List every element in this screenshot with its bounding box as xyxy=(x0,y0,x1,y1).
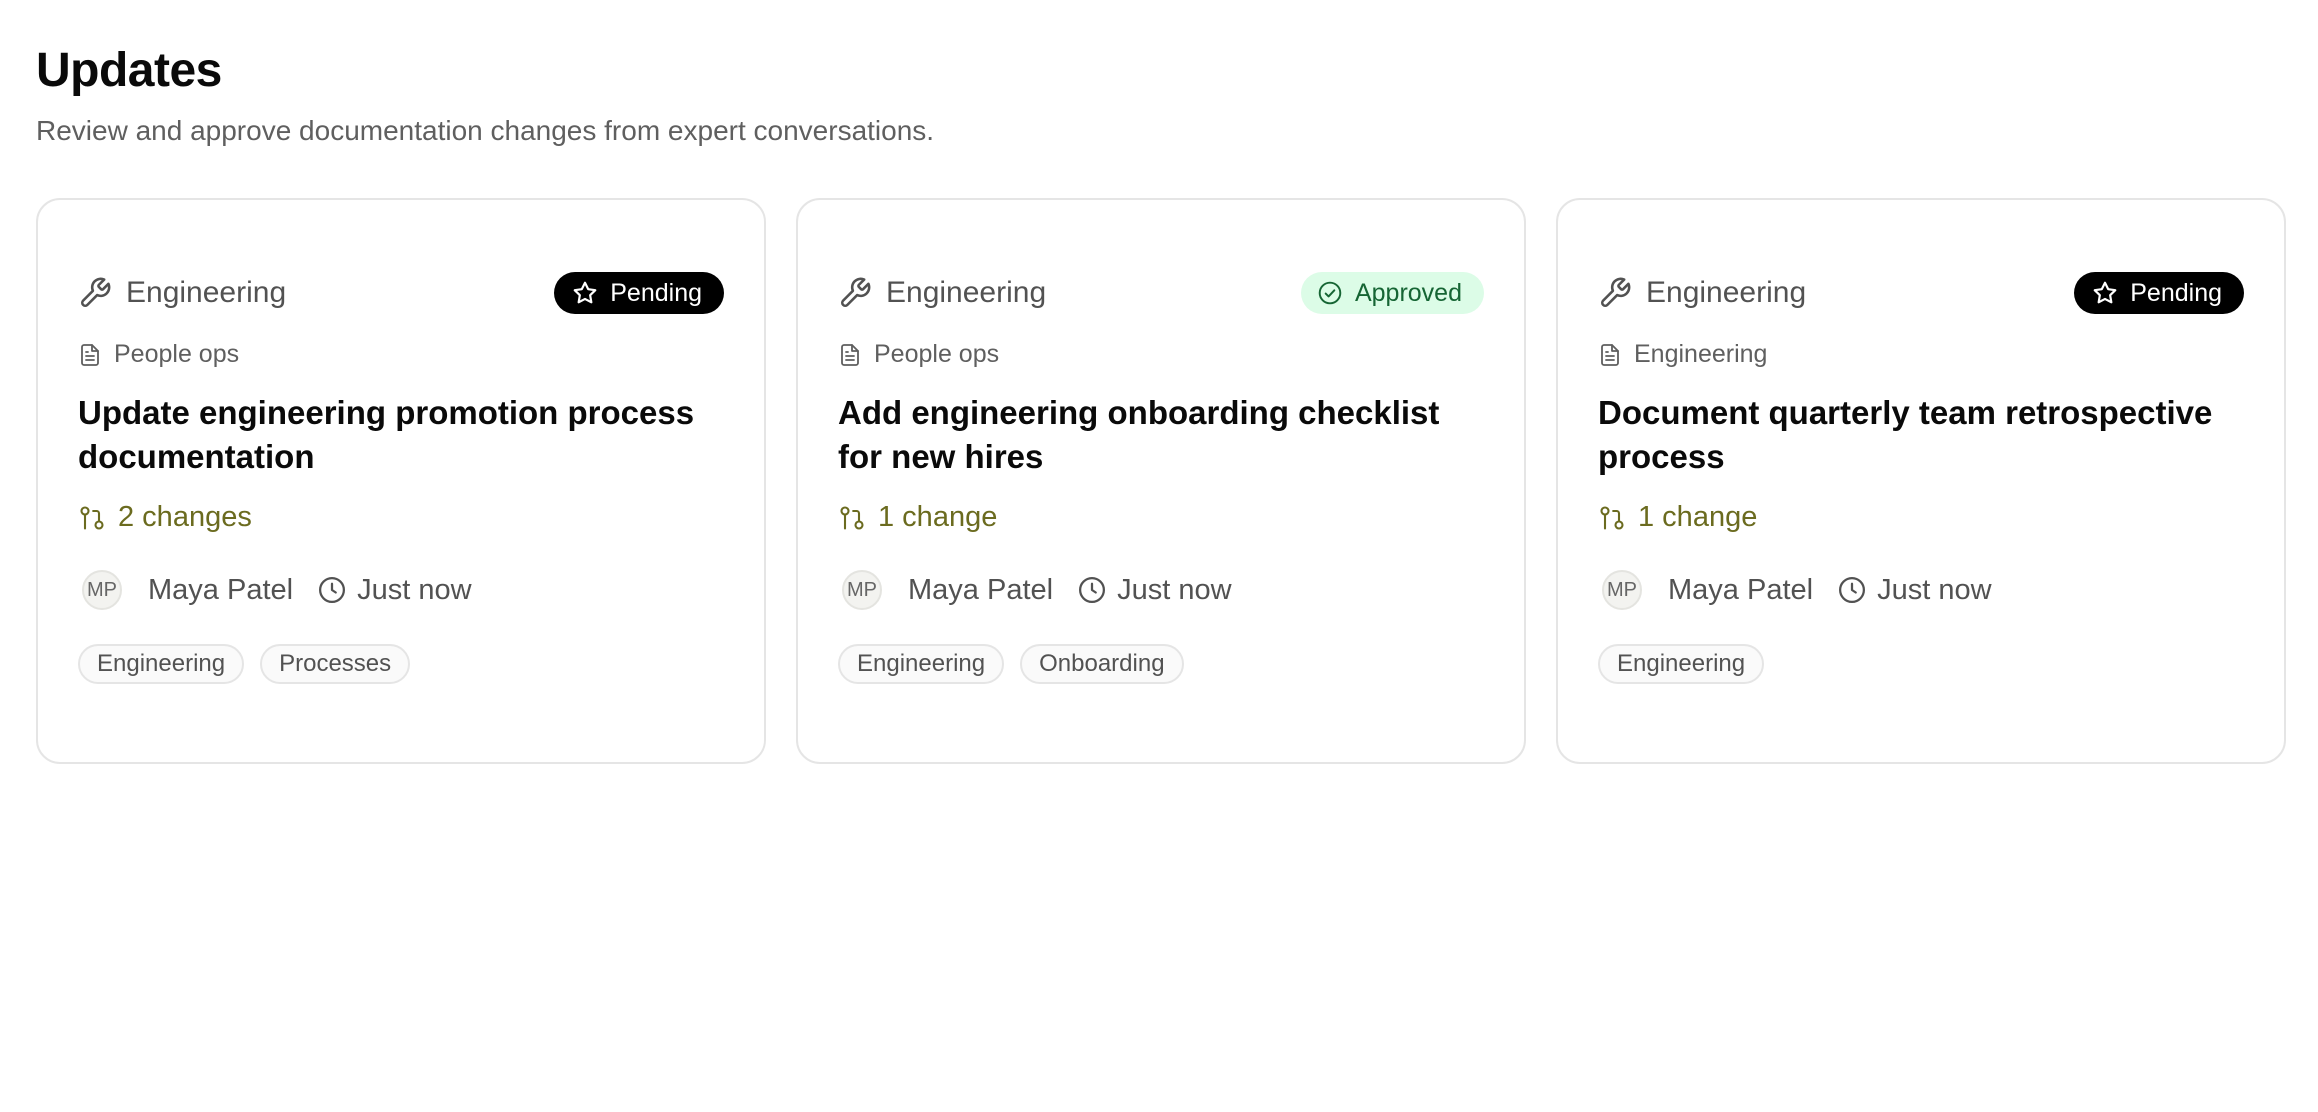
card-space: Engineering xyxy=(1598,340,2244,369)
card-header: Engineering Approved xyxy=(838,272,1484,314)
document-icon xyxy=(81,343,99,366)
card-header: Engineering Pending xyxy=(78,272,724,314)
card-category: Engineering xyxy=(1598,276,1806,310)
card-title: Add engineering onboarding checklist for… xyxy=(838,394,1440,475)
status-badge: Pending xyxy=(2074,272,2244,314)
clock-icon xyxy=(1839,577,1866,603)
check-circle-icon xyxy=(1318,281,1342,305)
card-title: Update engineering promotion process doc… xyxy=(78,394,695,475)
card-meta: MP Maya Patel Just now xyxy=(78,570,724,610)
tag[interactable]: Onboarding xyxy=(1020,644,1184,684)
git-compare-icon xyxy=(840,505,864,530)
clock-icon xyxy=(319,577,346,603)
git-compare-icon xyxy=(1600,505,1624,530)
card-header: Engineering Pending xyxy=(1598,272,2244,314)
star-icon xyxy=(573,281,597,304)
star-icon xyxy=(2093,281,2117,304)
card-category: Engineering xyxy=(838,276,1046,310)
card-meta: MP Maya Patel Just now xyxy=(1598,570,2244,610)
avatar: MP xyxy=(82,570,122,610)
card-category: Engineering xyxy=(78,276,286,310)
page-subtitle: Review and approve documentation changes… xyxy=(36,115,935,146)
update-card[interactable]: Engineering Pending Engineering Document… xyxy=(1556,198,2286,764)
card-title: Document quarterly team retrospective pr… xyxy=(1598,394,2213,475)
document-icon xyxy=(841,343,859,366)
git-compare-icon xyxy=(80,505,104,530)
tag-list: Engineering Processes xyxy=(78,644,724,684)
card-meta: MP Maya Patel Just now xyxy=(838,570,1484,610)
changes-label: 1 change xyxy=(1638,501,1758,533)
wrench-icon xyxy=(841,277,871,307)
tag-list: Engineering Onboarding xyxy=(838,644,1484,684)
changes-label: 1 change xyxy=(878,501,998,533)
space-label: Engineering xyxy=(1634,340,1768,368)
update-card[interactable]: Engineering Approved People ops Add engi… xyxy=(796,198,1526,764)
changes-count: 1 change xyxy=(838,501,1484,534)
tag-list: Engineering xyxy=(1598,644,2244,684)
time-label: Just now xyxy=(1117,573,1232,606)
card-space: People ops xyxy=(838,340,1484,369)
timestamp: Just now xyxy=(1837,573,1992,607)
status-badge: Approved xyxy=(1300,272,1484,314)
avatar: MP xyxy=(1602,570,1642,610)
updates-page: Updates Review and approve documentation… xyxy=(0,0,2318,764)
tag[interactable]: Engineering xyxy=(838,644,1005,684)
tag[interactable]: Processes xyxy=(260,644,411,684)
timestamp: Just now xyxy=(1077,573,1232,607)
document-icon xyxy=(1601,343,1619,366)
author-name: Maya Patel xyxy=(148,573,294,606)
author-name: Maya Patel xyxy=(1668,573,1814,606)
update-card[interactable]: Engineering Pending People ops Update en… xyxy=(36,198,766,764)
card-space: People ops xyxy=(78,340,724,369)
changes-count: 2 changes xyxy=(78,501,724,534)
space-label: People ops xyxy=(874,340,1000,368)
clock-icon xyxy=(1079,577,1106,603)
changes-label: 2 changes xyxy=(118,501,252,533)
tag[interactable]: Engineering xyxy=(1598,644,1765,684)
author-name: Maya Patel xyxy=(908,573,1054,606)
space-label: People ops xyxy=(114,340,240,368)
category-label: Engineering xyxy=(886,276,1047,309)
status-label: Pending xyxy=(2130,279,2222,307)
category-label: Engineering xyxy=(126,276,287,309)
update-cards: Engineering Pending People ops Update en… xyxy=(36,198,2286,764)
time-label: Just now xyxy=(1877,573,1992,606)
timestamp: Just now xyxy=(317,573,472,607)
tag[interactable]: Engineering xyxy=(78,644,245,684)
status-label: Approved xyxy=(1354,279,1462,307)
changes-count: 1 change xyxy=(1598,501,2244,534)
status-badge: Pending xyxy=(554,272,724,314)
page-title: Updates xyxy=(36,44,222,97)
wrench-icon xyxy=(1601,277,1631,307)
status-label: Pending xyxy=(610,279,702,307)
time-label: Just now xyxy=(357,573,472,606)
avatar: MP xyxy=(842,570,882,610)
category-label: Engineering xyxy=(1646,276,1807,309)
wrench-icon xyxy=(81,277,111,307)
